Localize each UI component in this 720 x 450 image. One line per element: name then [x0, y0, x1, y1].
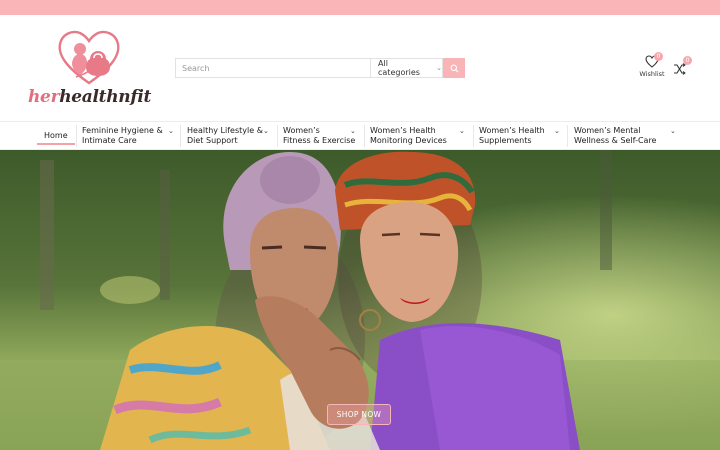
- nav-item-health-supplements[interactable]: Women’s Health Supplements ⌄: [479, 122, 565, 150]
- wishlist-link[interactable]: Wishlist 0: [638, 52, 666, 83]
- nav-item-mental-wellness[interactable]: Women’s Mental Wellness & Self-Care ⌄: [574, 122, 684, 150]
- nav-item-healthy-lifestyle[interactable]: Healthy Lifestyle & Diet Support ⌄: [187, 122, 277, 150]
- logo-emblem-icon: [58, 30, 120, 85]
- chevron-down-icon: ⌄: [436, 64, 442, 72]
- nav-item-label: Fitness & Exercise: [283, 136, 356, 145]
- nav-divider: [180, 125, 181, 147]
- hero-banner: SHOP NOW: [0, 150, 720, 450]
- nav-item-feminine-hygiene[interactable]: Feminine Hygiene & Intimate Care ⌄: [82, 122, 178, 150]
- nav-item-womens-fitness[interactable]: Women’s Fitness & Exercise ⌄: [283, 122, 363, 150]
- nav-item-label: Supplements: [479, 136, 532, 145]
- nav-divider: [473, 125, 474, 147]
- logo-text-her: her: [28, 87, 60, 107]
- nav-divider: [567, 125, 568, 147]
- nav-active-indicator: [37, 143, 75, 145]
- search-input[interactable]: [175, 58, 370, 78]
- nav-item-label: Healthy Lifestyle &: [187, 126, 263, 135]
- chevron-down-icon: ⌄: [554, 127, 560, 135]
- chevron-down-icon: ⌄: [459, 127, 465, 135]
- nav-item-label: Women’s Health: [479, 126, 545, 135]
- logo-text-healthnfit: healthnfit: [59, 87, 152, 107]
- main-navigation: Home Feminine Hygiene & Intimate Care ⌄ H…: [0, 121, 720, 150]
- nav-item-label: Diet Support: [187, 136, 238, 145]
- site-header: herhealthnfit All categories ⌄ Wishlist …: [0, 15, 720, 121]
- nav-item-health-monitoring[interactable]: Women’s Health Monitoring Devices ⌄: [370, 122, 470, 150]
- compare-link[interactable]: 0: [673, 56, 692, 78]
- shuffle-icon: [674, 63, 686, 75]
- nav-item-label: Monitoring Devices: [370, 136, 447, 145]
- wishlist-label: Wishlist: [639, 70, 665, 78]
- nav-item-label: Intimate Care: [82, 136, 137, 145]
- nav-item-label: Women’s: [283, 126, 320, 135]
- compare-count-badge: 0: [683, 56, 692, 65]
- chevron-down-icon: ⌄: [263, 127, 269, 135]
- category-select[interactable]: All categories ⌄: [370, 58, 443, 78]
- search-button[interactable]: [443, 58, 465, 78]
- nav-item-label: Women’s Health: [370, 126, 436, 135]
- nav-item-home[interactable]: Home: [44, 122, 78, 150]
- site-logo[interactable]: herhealthnfit: [26, 29, 154, 119]
- category-select-value: All categories: [378, 59, 420, 77]
- nav-item-label: Feminine Hygiene &: [82, 126, 163, 135]
- chevron-down-icon: ⌄: [670, 127, 676, 135]
- nav-divider: [364, 125, 365, 147]
- nav-item-label: Wellness & Self-Care: [574, 136, 657, 145]
- nav-divider: [76, 125, 77, 147]
- search-icon: [450, 64, 458, 72]
- wishlist-count-badge: 0: [654, 52, 663, 61]
- shop-now-button[interactable]: SHOP NOW: [327, 404, 391, 425]
- chevron-down-icon: ⌄: [350, 127, 356, 135]
- nav-divider: [277, 125, 278, 147]
- search-bar: All categories ⌄: [175, 58, 465, 78]
- nav-item-label: Women’s Mental: [574, 126, 641, 135]
- chevron-down-icon: ⌄: [168, 127, 174, 135]
- logo-wordmark: herhealthnfit: [28, 87, 154, 107]
- top-announcement-bar: [0, 0, 720, 15]
- nav-item-label: Home: [44, 131, 68, 140]
